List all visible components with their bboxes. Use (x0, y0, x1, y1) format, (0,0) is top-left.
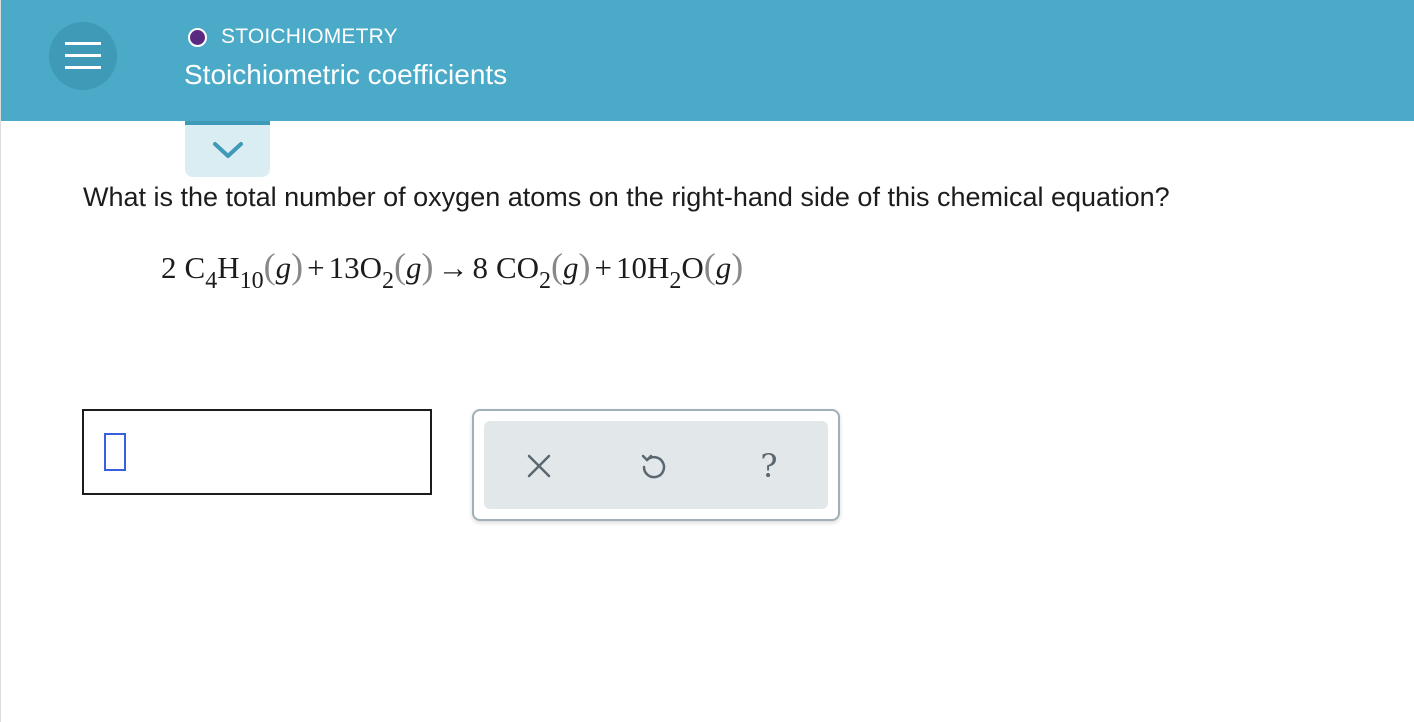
answer-tools-toolbar: ? (484, 421, 828, 509)
product-1-coefficient: 8 (472, 250, 488, 285)
clear-button[interactable] (522, 449, 556, 483)
plus-sign: + (594, 250, 613, 285)
reactant-1-element-h: H (217, 250, 240, 285)
product-2-element-h: H (647, 250, 670, 285)
reactant-1-coefficient: 2 (161, 250, 177, 285)
state-close-paren: ) (731, 246, 744, 286)
undo-button[interactable] (636, 449, 670, 483)
reactant-2-state: g (405, 250, 422, 285)
answer-input[interactable] (82, 409, 432, 495)
question-mark-icon: ? (760, 447, 778, 485)
product-1-formula: CO (495, 250, 540, 285)
x-icon (527, 454, 551, 478)
chemical-equation: 2 C 4 H 10 (g) + 13 O 2 (g) → 8 CO 2 (g)… (161, 245, 743, 295)
product-2-coefficient: 10 (616, 250, 648, 285)
state-open-paren: ( (393, 246, 406, 286)
question-text: What is the total number of oxygen atoms… (83, 182, 1170, 212)
reactant-1-subscript-h: 10 (239, 268, 264, 294)
input-cursor (104, 433, 126, 471)
menu-button[interactable] (49, 22, 117, 90)
state-open-paren: ( (263, 246, 276, 286)
reactant-2-coefficient: 13 (328, 250, 360, 285)
help-button[interactable]: ? (752, 447, 786, 485)
reaction-arrow: → (437, 250, 469, 285)
state-close-paren: ) (578, 246, 591, 286)
topic-progress-dot-icon (188, 27, 207, 47)
hamburger-menu-icon (65, 42, 101, 69)
product-2-subscript: 2 (669, 268, 682, 294)
answer-tools-panel: ? (472, 409, 840, 521)
topic-label: STOICHIOMETRY (221, 25, 398, 48)
chevron-down-icon (213, 142, 243, 158)
page: STOICHIOMETRY Stoichiometric coefficient… (0, 0, 1414, 722)
header-bar: STOICHIOMETRY Stoichiometric coefficient… (1, 0, 1414, 121)
reactant-1-state: g (275, 250, 292, 285)
product-2-state: g (715, 250, 732, 285)
plus-sign: + (307, 250, 325, 285)
reactant-2-subscript: 2 (381, 268, 394, 294)
collapse-header-button[interactable] (185, 121, 270, 177)
product-1-subscript: 2 (539, 268, 552, 294)
topic-row: STOICHIOMETRY (188, 25, 398, 49)
product-2-element-o: O (681, 250, 704, 285)
reactant-2-element-o: O (359, 250, 382, 285)
product-1-state: g (563, 250, 579, 285)
state-close-paren: ) (421, 246, 434, 286)
reactant-1-subscript-c: 4 (205, 268, 218, 294)
state-close-paren: ) (291, 246, 304, 286)
reactant-1-element-c: C (184, 250, 206, 285)
undo-icon (641, 454, 666, 479)
state-open-paren: ( (551, 246, 564, 286)
state-open-paren: ( (703, 246, 716, 286)
page-title: Stoichiometric coefficients (184, 59, 508, 90)
